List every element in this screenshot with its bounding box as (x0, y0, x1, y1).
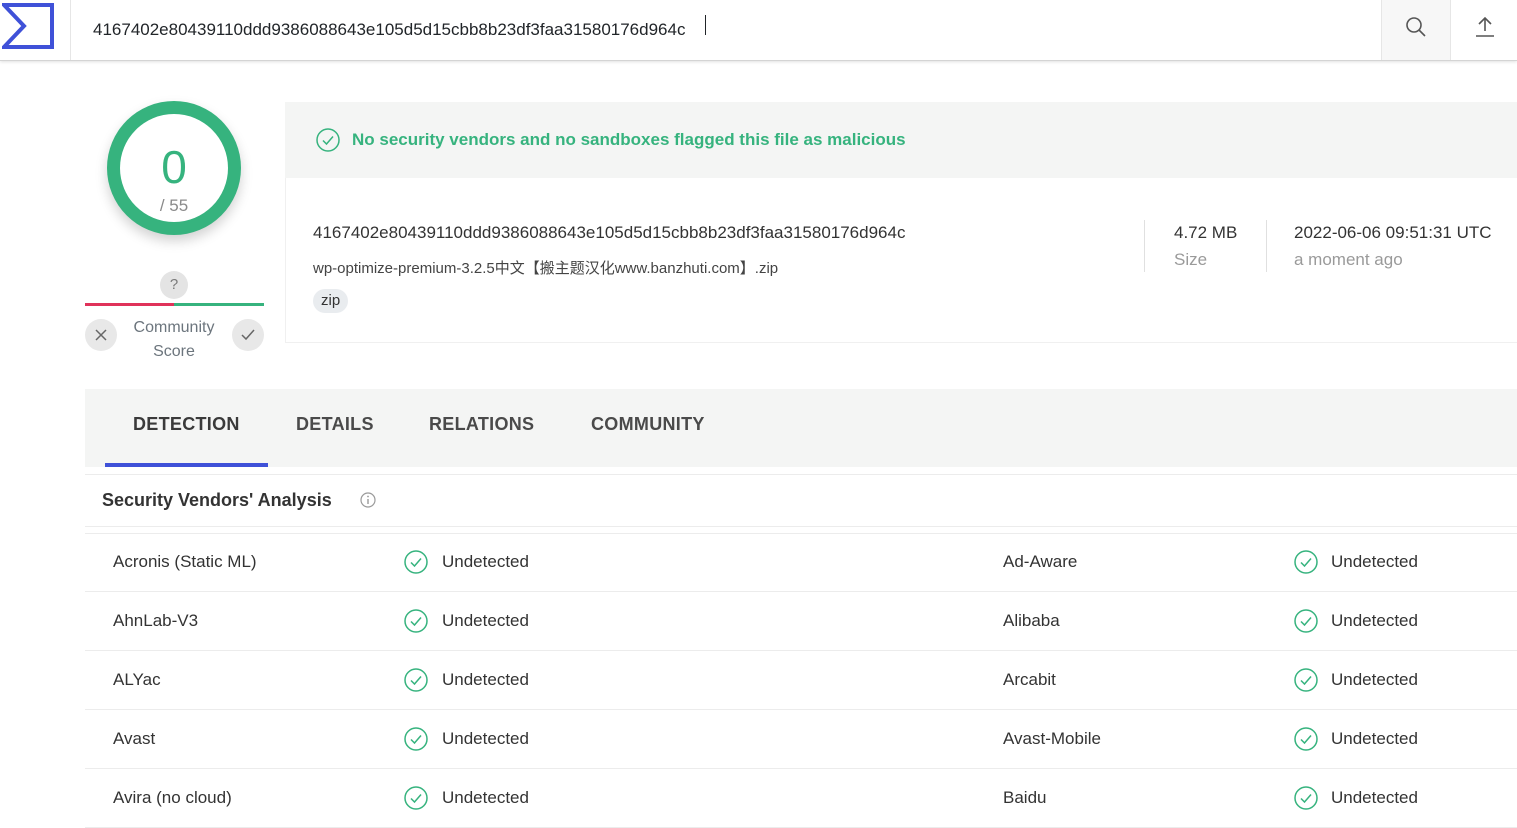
vendor-result: Undetected (1331, 729, 1418, 748)
vendor-name: Avast (113, 729, 156, 748)
community-score-label-line1: Community (133, 319, 215, 336)
check-circle-icon (1294, 668, 1318, 692)
vendor-name: Avast-Mobile (1003, 729, 1101, 748)
analysis-header: Security Vendors' Analysis (85, 474, 1517, 527)
check-icon (241, 329, 255, 341)
file-hash[interactable]: 4167402e80439110ddd9386088643e105d5d15cb… (313, 223, 905, 243)
search-icon (1406, 17, 1426, 37)
check-circle-icon (1294, 727, 1318, 751)
gauge-center: 0 / 55 (120, 114, 228, 222)
check-circle-icon (404, 668, 428, 692)
divider (1266, 220, 1267, 272)
detection-score-gauge: 0 / 55 (107, 101, 241, 235)
community-score-label-line2: Score (153, 343, 195, 360)
community-score-indicator: ? (160, 271, 188, 299)
vendor-name: Alibaba (1003, 611, 1060, 630)
status-banner: No security vendors and no sandboxes fla… (285, 102, 1517, 178)
file-info-card: 4167402e80439110ddd9386088643e105d5d15cb… (285, 178, 1517, 343)
check-circle-icon (316, 128, 340, 152)
vendor-result: Undetected (442, 670, 529, 689)
search-input[interactable] (70, 0, 1380, 60)
analysis-title: Security Vendors' Analysis (102, 490, 332, 510)
engine-total: / 55 (159, 196, 189, 215)
table-row: AhnLab-V3 Undetected Alibaba Undetected (85, 592, 1517, 651)
vendor-result: Undetected (442, 552, 529, 571)
vendor-result: Undetected (1331, 552, 1418, 571)
top-bar (0, 0, 1517, 61)
vendor-name: AhnLab-V3 (113, 611, 199, 630)
upload-button[interactable] (1450, 0, 1517, 60)
analysis-date-relative: a moment ago (1294, 250, 1403, 269)
check-circle-icon (404, 609, 428, 633)
file-name: wp-optimize-premium-3.2.5中文【搬主题汉化www.ban… (313, 260, 779, 277)
vendor-name: Arcabit (1003, 670, 1056, 689)
file-size-value: 4.72 MB (1174, 223, 1238, 242)
status-message: No security vendors and no sandboxes fla… (352, 130, 906, 149)
vendor-name: Acronis (Static ML) (113, 552, 257, 571)
vendor-result: Undetected (1331, 611, 1418, 630)
check-circle-icon (1294, 550, 1318, 574)
community-score-bar-negative (85, 303, 174, 306)
vendor-results-table: Acronis (Static ML) Undetected Ad-Aware … (85, 533, 1517, 828)
vote-malicious-button[interactable] (85, 319, 117, 351)
check-circle-icon (404, 550, 428, 574)
divider (1144, 220, 1145, 272)
tab-detection[interactable]: DETECTION (133, 389, 240, 467)
check-circle-icon (404, 786, 428, 810)
vendor-name: Baidu (1003, 788, 1047, 807)
analysis-date-value: 2022-06-06 09:51:31 UTC (1294, 223, 1492, 242)
table-row: ALYac Undetected Arcabit Undetected (85, 651, 1517, 710)
community-score-label: Community Score (120, 316, 228, 364)
tab-community[interactable]: COMMUNITY (591, 389, 705, 467)
vendor-result: Undetected (442, 611, 529, 630)
vendor-result: Undetected (1331, 788, 1418, 807)
vendor-result: Undetected (1331, 670, 1418, 689)
tab-details[interactable]: DETAILS (296, 389, 374, 467)
vote-harmless-button[interactable] (232, 319, 264, 351)
table-row: Avast Undetected Avast-Mobile Undetected (85, 710, 1517, 769)
info-icon[interactable] (360, 492, 376, 508)
active-tab-indicator (105, 463, 268, 467)
check-circle-icon (1294, 786, 1318, 810)
text-caret (705, 15, 706, 35)
check-circle-icon (1294, 609, 1318, 633)
table-row: Avira (no cloud) Undetected Baidu Undete… (85, 769, 1517, 828)
sigma-logo-icon (2, 3, 54, 49)
file-size-label: Size (1174, 250, 1208, 269)
table-row: Acronis (Static ML) Undetected Ad-Aware … (85, 533, 1517, 592)
virustotal-logo[interactable] (0, 0, 71, 60)
vendor-name: Ad-Aware (1003, 552, 1078, 571)
close-icon (95, 329, 107, 341)
upload-icon (1476, 16, 1494, 37)
community-score-bar-positive (174, 303, 264, 306)
vendor-result: Undetected (442, 788, 529, 807)
detection-count: 0 (161, 141, 187, 193)
vendor-name: Avira (no cloud) (113, 788, 232, 807)
vendor-name: ALYac (113, 670, 161, 689)
tab-bar: DETECTION DETAILS RELATIONS COMMUNITY (85, 389, 1517, 467)
file-type-tag[interactable]: zip (313, 289, 349, 313)
check-circle-icon (404, 727, 428, 751)
vendor-result: Undetected (442, 729, 529, 748)
search-button[interactable] (1381, 0, 1450, 60)
tab-relations[interactable]: RELATIONS (429, 389, 534, 467)
